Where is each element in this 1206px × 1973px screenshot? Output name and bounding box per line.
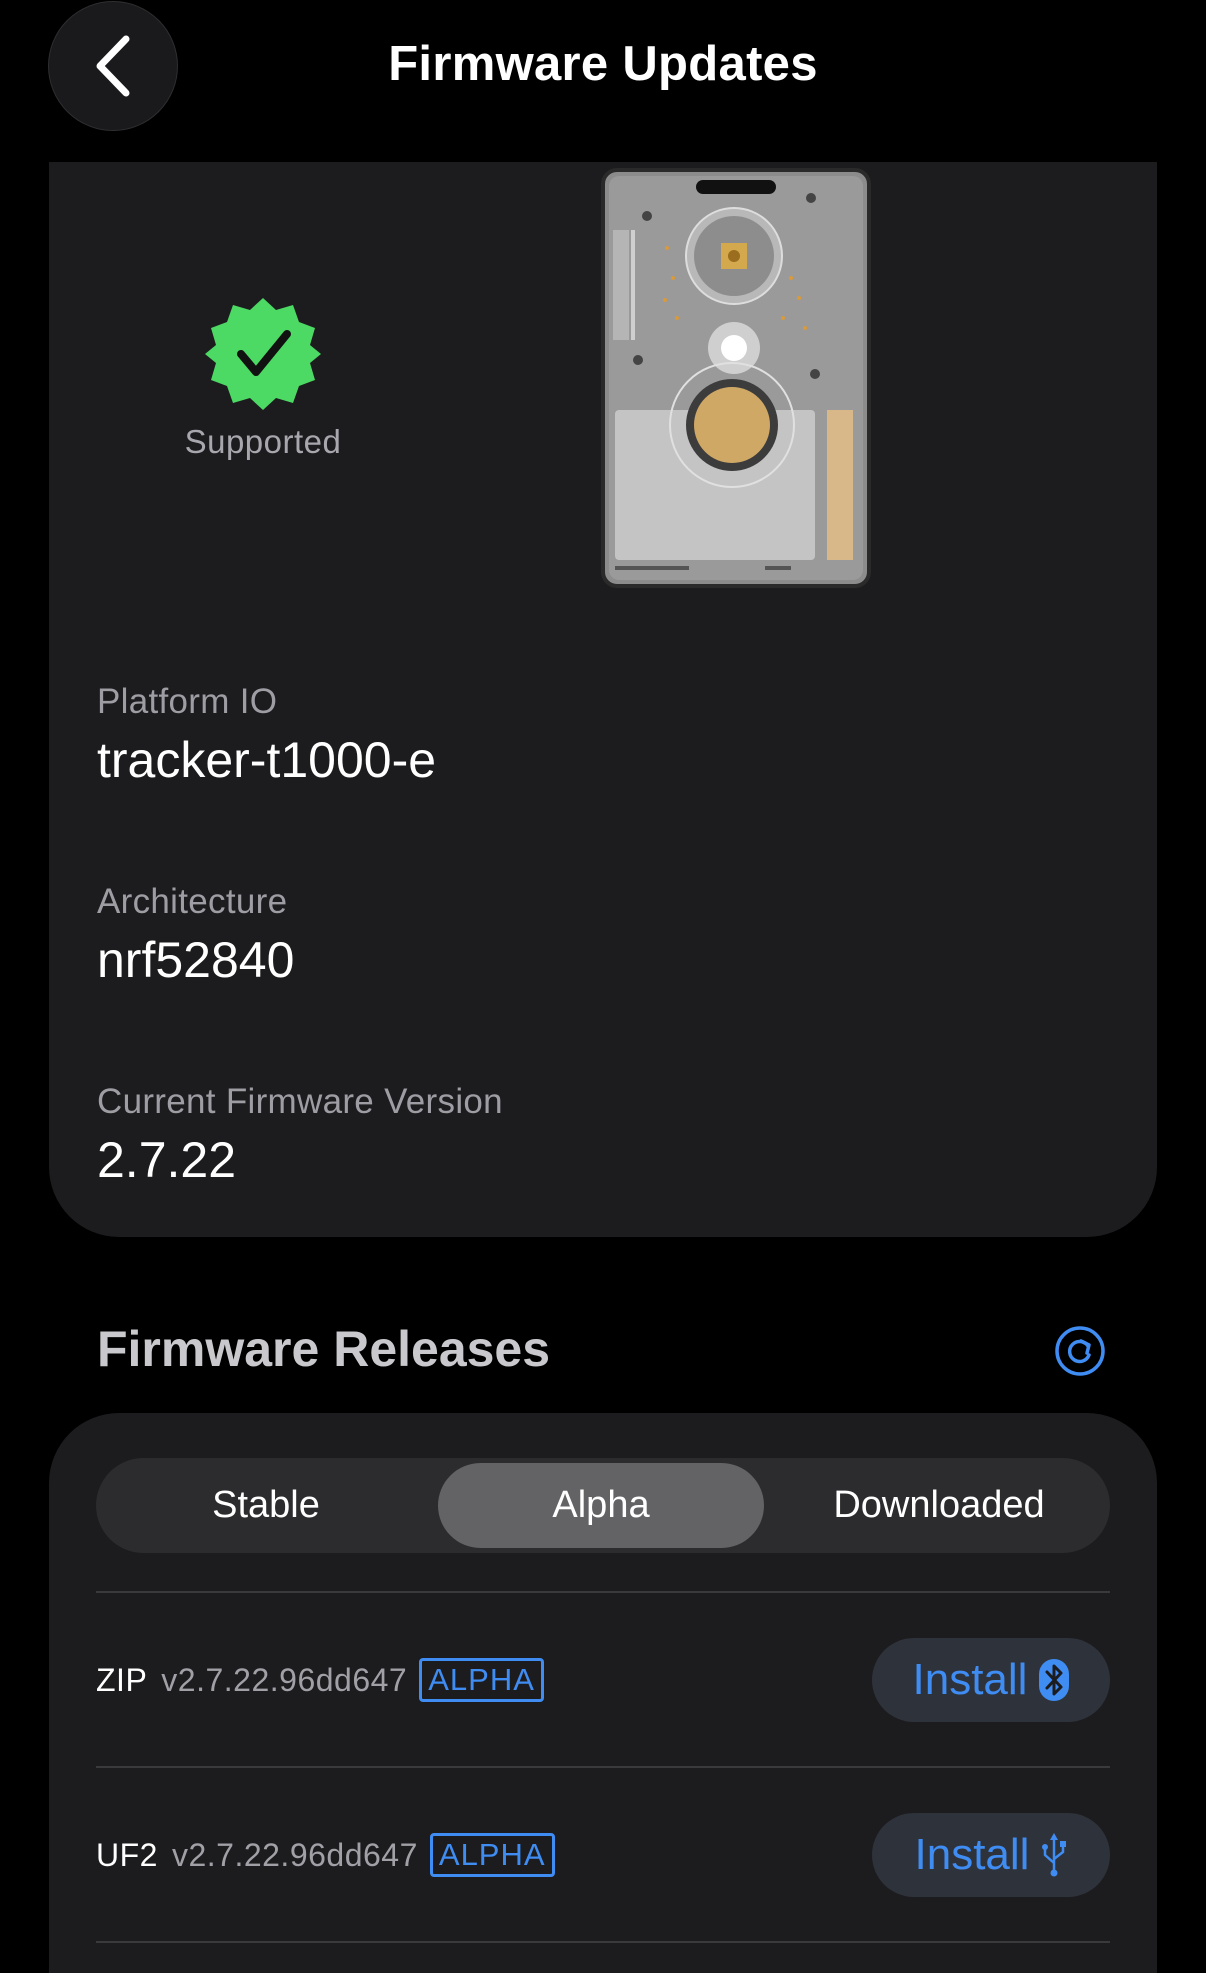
firmware-type: UF2 (96, 1836, 158, 1873)
install-bluetooth-button[interactable]: Install (872, 1638, 1110, 1722)
field-value: 2.7.22 (97, 1132, 237, 1188)
field-value: tracker-t1000-e (97, 732, 437, 788)
navigation-bar: Firmware Updates (0, 0, 1206, 160)
tab-downloaded[interactable]: Downloaded (772, 1463, 1106, 1548)
alpha-badge: ALPHA (419, 1658, 544, 1702)
platform-io-field: Platform IO tracker-t1000-e (97, 682, 436, 788)
tab-stable[interactable]: Stable (101, 1463, 431, 1548)
field-label: Platform IO (97, 682, 278, 721)
list-item: UF2 v2.7.22.96dd647 ALPHA Install (96, 1769, 1110, 1941)
install-usb-button[interactable]: Install (872, 1813, 1110, 1897)
firmware-type: ZIP (96, 1661, 148, 1698)
page-title: Firmware Updates (388, 37, 818, 91)
bluetooth-icon (1039, 1659, 1070, 1701)
tab-alpha[interactable]: Alpha (438, 1463, 764, 1548)
device-image (601, 168, 871, 588)
refresh-icon (1055, 1326, 1105, 1376)
verified-check-icon (205, 298, 321, 410)
firmware-version-field: Current Firmware Version 2.7.22 (97, 1082, 503, 1188)
releases-card: Stable Alpha Downloaded ZIP v2.7.22.96dd… (49, 1413, 1157, 1973)
list-item: ZIP v2.7.22.96dd647 ALPHA Install (96, 1594, 1110, 1766)
install-label: Install (912, 1655, 1028, 1704)
alpha-badge: ALPHA (429, 1833, 555, 1877)
architecture-field: Architecture nrf52840 (97, 882, 294, 988)
support-badge: Supported (153, 296, 373, 461)
divider (96, 1766, 1110, 1768)
install-label: Install (914, 1830, 1030, 1879)
release-channel-picker: Stable Alpha Downloaded (96, 1458, 1110, 1553)
firmware-version: v2.7.22.96dd647 (171, 1836, 418, 1873)
firmware-version: v2.7.22.96dd647 (161, 1661, 408, 1698)
usb-icon (1042, 1833, 1067, 1877)
support-status-label: Supported (184, 423, 342, 460)
divider (96, 1591, 1110, 1593)
section-title: Firmware Releases (97, 1321, 551, 1377)
field-label: Architecture (97, 882, 288, 921)
divider (96, 1941, 1110, 1943)
field-label: Current Firmware Version (97, 1082, 503, 1121)
refresh-button[interactable] (1054, 1325, 1106, 1377)
field-value: nrf52840 (97, 932, 295, 988)
device-info-card: Supported Platform IO tracker-t1000-e Ar… (49, 162, 1157, 1237)
